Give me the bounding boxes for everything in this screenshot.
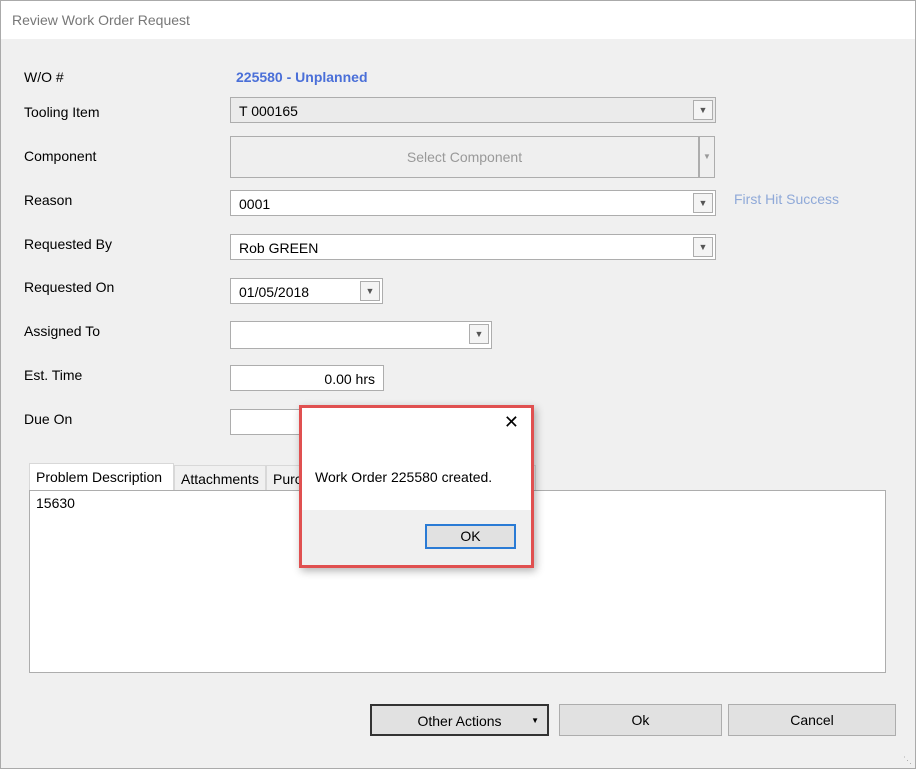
dialog-footer: OK (302, 510, 531, 565)
tooling-item-value: T 000165 (239, 103, 298, 119)
requested-by-select[interactable]: Rob GREEN ▼ (230, 234, 716, 260)
chevron-down-icon[interactable]: ▼ (469, 324, 489, 344)
requested-on-date-picker[interactable]: 01/05/2018 ▼ (230, 278, 383, 304)
requested-by-value: Rob GREEN (239, 240, 319, 256)
requested-by-label: Requested By (24, 236, 112, 252)
chevron-down-icon[interactable]: ▼ (693, 193, 713, 213)
dialog-message: Work Order 225580 created. (315, 469, 493, 485)
reason-select[interactable]: 0001 ▼ (230, 190, 716, 216)
reason-value: 0001 (239, 196, 271, 212)
requested-on-label: Requested On (24, 279, 115, 295)
other-actions-button[interactable]: Other Actions ▼ (370, 704, 549, 736)
reason-description: First Hit Success (734, 191, 840, 207)
ok-button[interactable]: Ok (559, 704, 722, 736)
title-bar: Review Work Order Request (1, 1, 915, 39)
caret-down-icon: ▼ (531, 716, 539, 725)
requested-on-value: 01/05/2018 (239, 284, 310, 300)
tab-attachments[interactable]: Attachments (174, 465, 266, 491)
window-title: Review Work Order Request (12, 12, 190, 28)
component-label: Component (24, 148, 97, 164)
chevron-down-icon[interactable]: ▼ (360, 281, 380, 301)
review-work-order-window: Review Work Order Request W/O # 225580 -… (0, 0, 916, 769)
assigned-to-select[interactable]: ▼ (230, 321, 492, 349)
message-dialog: ✕ Work Order 225580 created. OK (299, 405, 534, 568)
dialog-ok-button[interactable]: OK (425, 524, 516, 549)
est-time-value: 0.00 hrs (324, 371, 375, 387)
tooling-item-label: Tooling Item (24, 104, 100, 120)
chevron-down-icon[interactable]: ▼ (693, 100, 713, 120)
component-dropdown-arrow[interactable]: ▼ (699, 136, 715, 178)
resize-grip-icon[interactable]: ⋱ (903, 755, 912, 766)
est-time-input[interactable]: 0.00 hrs (230, 365, 384, 391)
tooling-item-select[interactable]: T 000165 ▼ (230, 97, 716, 123)
cancel-button[interactable]: Cancel (728, 704, 896, 736)
close-icon[interactable]: ✕ (504, 412, 519, 433)
select-component-button[interactable]: Select Component (230, 136, 699, 178)
other-actions-label: Other Actions (417, 713, 502, 729)
chevron-down-icon[interactable]: ▼ (693, 237, 713, 257)
wo-label: W/O # (24, 69, 64, 85)
est-time-label: Est. Time (24, 367, 83, 383)
due-on-label: Due On (24, 411, 73, 427)
wo-number: 225580 - Unplanned (236, 69, 368, 85)
tab-problem-description[interactable]: Problem Description (29, 463, 174, 492)
reason-label: Reason (24, 192, 73, 208)
assigned-to-label: Assigned To (24, 323, 101, 339)
